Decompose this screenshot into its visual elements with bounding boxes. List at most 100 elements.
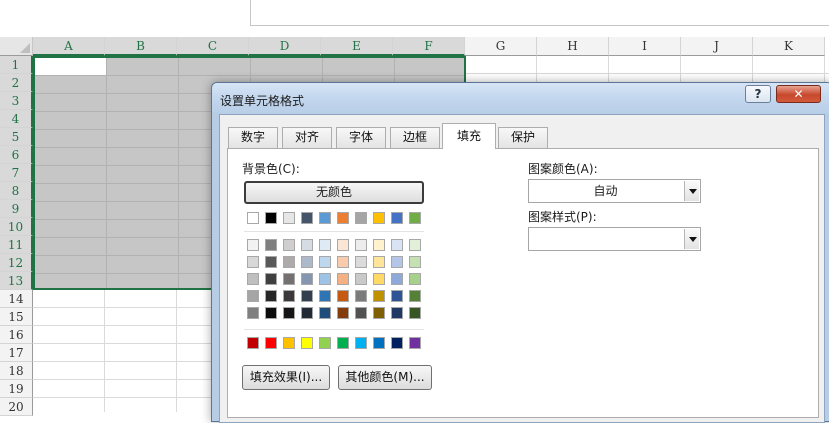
tab-5[interactable]: 保护 bbox=[498, 127, 548, 148]
row-header-8[interactable]: 8 bbox=[0, 182, 33, 200]
theme-shade-swatch[interactable] bbox=[337, 273, 349, 285]
theme-shade-swatch[interactable] bbox=[373, 256, 385, 268]
theme-shade-swatch[interactable] bbox=[391, 290, 403, 302]
tab-4[interactable]: 填充 bbox=[442, 123, 496, 149]
theme-color-swatch[interactable] bbox=[337, 212, 349, 224]
no-color-button[interactable]: 无颜色 bbox=[244, 181, 424, 204]
more-colors-button[interactable]: 其他颜色(M)... bbox=[338, 365, 432, 390]
theme-shade-swatch[interactable] bbox=[355, 239, 367, 251]
dialog-titlebar[interactable]: 设置单元格格式 ? ✕ bbox=[212, 83, 829, 113]
column-header-i[interactable]: I bbox=[609, 37, 681, 56]
standard-color-swatch[interactable] bbox=[283, 337, 295, 349]
theme-shade-swatch[interactable] bbox=[391, 307, 403, 319]
standard-color-swatch[interactable] bbox=[391, 337, 403, 349]
theme-shade-swatch[interactable] bbox=[319, 273, 331, 285]
theme-shade-swatch[interactable] bbox=[319, 256, 331, 268]
standard-color-swatch[interactable] bbox=[373, 337, 385, 349]
theme-shade-swatch[interactable] bbox=[319, 307, 331, 319]
row-header-4[interactable]: 4 bbox=[0, 110, 33, 128]
row-header-16[interactable]: 16 bbox=[0, 326, 33, 344]
row-header-12[interactable]: 12 bbox=[0, 254, 33, 272]
theme-shade-swatch[interactable] bbox=[247, 273, 259, 285]
theme-shade-swatch[interactable] bbox=[391, 256, 403, 268]
column-header-h[interactable]: H bbox=[537, 37, 609, 56]
theme-shade-swatch[interactable] bbox=[247, 307, 259, 319]
theme-shade-swatch[interactable] bbox=[409, 307, 421, 319]
row-header-19[interactable]: 19 bbox=[0, 380, 33, 398]
row-header-1[interactable]: 1 bbox=[0, 56, 33, 74]
theme-shade-swatch[interactable] bbox=[373, 290, 385, 302]
fill-effects-button[interactable]: 填充效果(I)... bbox=[242, 365, 330, 390]
theme-shade-swatch[interactable] bbox=[283, 307, 295, 319]
theme-color-swatch[interactable] bbox=[301, 212, 313, 224]
theme-shade-swatch[interactable] bbox=[301, 273, 313, 285]
theme-color-swatch[interactable] bbox=[247, 212, 259, 224]
theme-shade-swatch[interactable] bbox=[355, 273, 367, 285]
theme-shade-swatch[interactable] bbox=[337, 256, 349, 268]
column-header-e[interactable]: E bbox=[321, 37, 393, 56]
tab-3[interactable]: 边框 bbox=[390, 127, 440, 148]
column-header-k[interactable]: K bbox=[753, 37, 825, 56]
pattern-color-select[interactable]: 自动 bbox=[528, 179, 701, 203]
column-header-c[interactable]: C bbox=[177, 37, 249, 56]
row-header-11[interactable]: 11 bbox=[0, 236, 33, 254]
dropdown-arrow-icon[interactable] bbox=[684, 181, 699, 201]
theme-shade-swatch[interactable] bbox=[319, 239, 331, 251]
tab-2[interactable]: 字体 bbox=[336, 127, 386, 148]
row-header-18[interactable]: 18 bbox=[0, 362, 33, 380]
column-header-f[interactable]: F bbox=[393, 37, 465, 56]
theme-shade-swatch[interactable] bbox=[265, 256, 277, 268]
theme-shade-swatch[interactable] bbox=[337, 307, 349, 319]
standard-color-swatch[interactable] bbox=[355, 337, 367, 349]
theme-color-swatch[interactable] bbox=[409, 212, 421, 224]
dropdown-arrow-icon[interactable] bbox=[684, 229, 699, 249]
theme-color-swatch[interactable] bbox=[373, 212, 385, 224]
select-all-corner[interactable] bbox=[0, 37, 33, 56]
theme-shade-swatch[interactable] bbox=[283, 290, 295, 302]
theme-shade-swatch[interactable] bbox=[373, 239, 385, 251]
column-header-j[interactable]: J bbox=[681, 37, 753, 56]
standard-color-swatch[interactable] bbox=[337, 337, 349, 349]
theme-color-swatch[interactable] bbox=[391, 212, 403, 224]
theme-shade-swatch[interactable] bbox=[391, 239, 403, 251]
row-header-17[interactable]: 17 bbox=[0, 344, 33, 362]
column-header-g[interactable]: G bbox=[465, 37, 537, 56]
row-header-13[interactable]: 13 bbox=[0, 272, 33, 290]
pattern-style-select[interactable] bbox=[528, 227, 701, 251]
theme-shade-swatch[interactable] bbox=[247, 256, 259, 268]
theme-shade-swatch[interactable] bbox=[247, 239, 259, 251]
theme-shade-swatch[interactable] bbox=[301, 290, 313, 302]
row-header-20[interactable]: 20 bbox=[0, 398, 33, 416]
theme-shade-swatch[interactable] bbox=[355, 290, 367, 302]
theme-shade-swatch[interactable] bbox=[283, 239, 295, 251]
theme-color-swatch[interactable] bbox=[265, 212, 277, 224]
theme-shade-swatch[interactable] bbox=[373, 307, 385, 319]
theme-shade-swatch[interactable] bbox=[265, 273, 277, 285]
row-header-10[interactable]: 10 bbox=[0, 218, 33, 236]
theme-shade-swatch[interactable] bbox=[283, 273, 295, 285]
column-header-d[interactable]: D bbox=[249, 37, 321, 56]
theme-shade-swatch[interactable] bbox=[283, 256, 295, 268]
tab-1[interactable]: 对齐 bbox=[282, 127, 332, 148]
theme-shade-swatch[interactable] bbox=[301, 256, 313, 268]
theme-shade-swatch[interactable] bbox=[355, 256, 367, 268]
active-cell[interactable] bbox=[35, 58, 106, 75]
theme-shade-swatch[interactable] bbox=[355, 307, 367, 319]
theme-shade-swatch[interactable] bbox=[265, 290, 277, 302]
standard-color-swatch[interactable] bbox=[409, 337, 421, 349]
formula-input[interactable] bbox=[250, 0, 829, 26]
row-header-5[interactable]: 5 bbox=[0, 128, 33, 146]
help-button[interactable]: ? bbox=[745, 85, 771, 103]
standard-color-swatch[interactable] bbox=[247, 337, 259, 349]
theme-shade-swatch[interactable] bbox=[247, 290, 259, 302]
column-header-b[interactable]: B bbox=[105, 37, 177, 56]
theme-color-swatch[interactable] bbox=[355, 212, 367, 224]
row-header-15[interactable]: 15 bbox=[0, 308, 33, 326]
theme-shade-swatch[interactable] bbox=[373, 273, 385, 285]
row-header-14[interactable]: 14 bbox=[0, 290, 33, 308]
theme-color-swatch[interactable] bbox=[319, 212, 331, 224]
theme-shade-swatch[interactable] bbox=[301, 307, 313, 319]
close-button[interactable]: ✕ bbox=[776, 85, 821, 103]
theme-shade-swatch[interactable] bbox=[265, 307, 277, 319]
row-header-7[interactable]: 7 bbox=[0, 164, 33, 182]
